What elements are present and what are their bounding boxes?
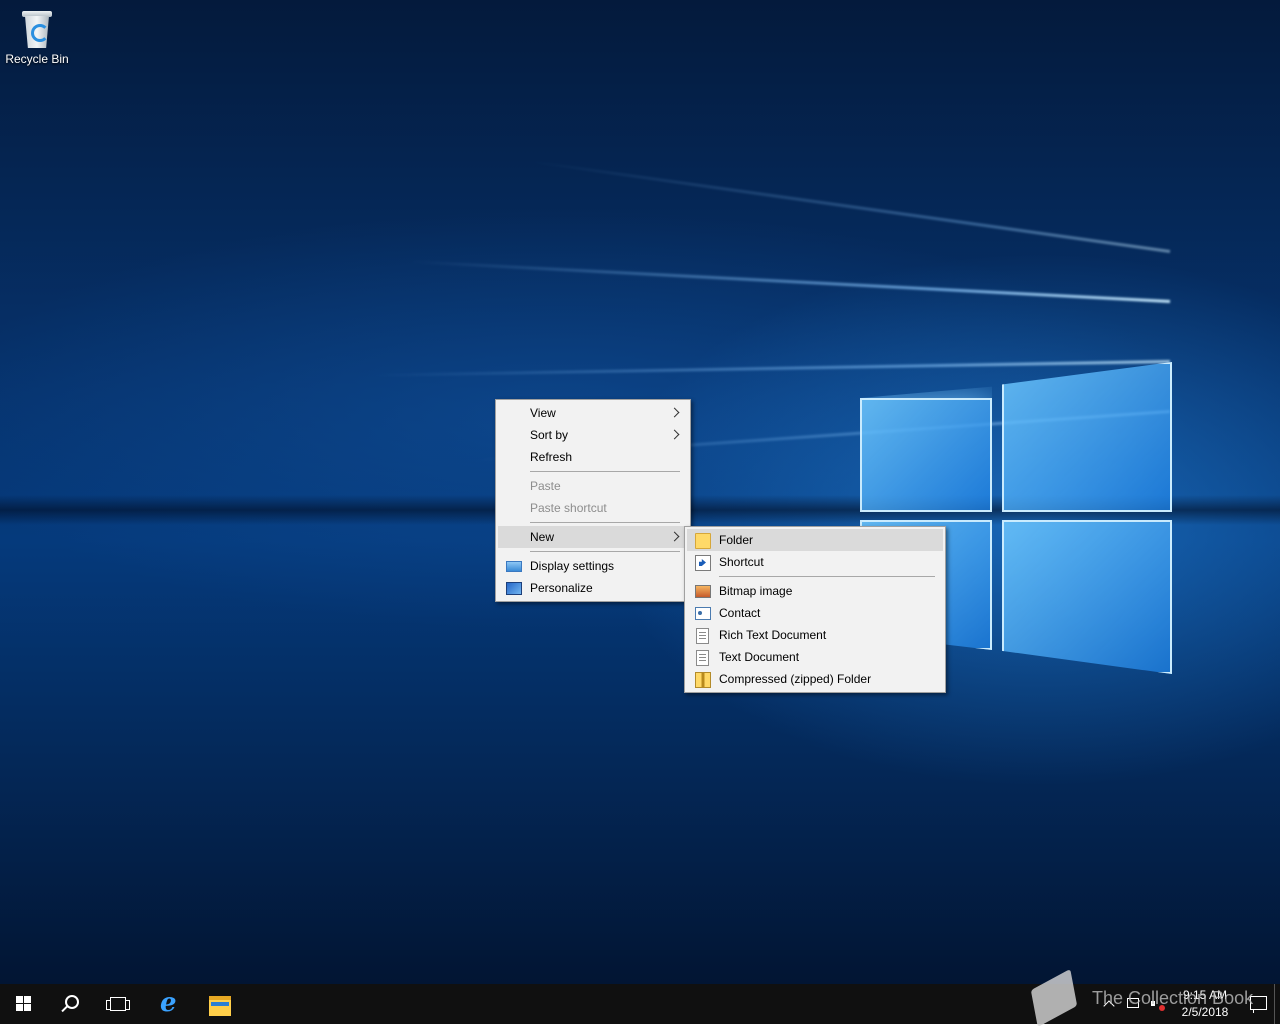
display-icon [506,561,522,572]
menu-separator [530,471,680,472]
menu-item-display-settings[interactable]: Display settings [498,555,688,577]
contact-icon [695,607,711,620]
search-icon [65,995,79,1009]
start-button[interactable] [0,984,48,1024]
menu-item-label: Display settings [530,559,615,573]
wallpaper-logo-pane [1002,362,1172,512]
submenu-item-shortcut[interactable]: Shortcut [687,551,943,573]
menu-item-label: Paste [530,479,561,493]
menu-item-personalize[interactable]: Personalize [498,577,688,599]
wallpaper-logo-pane [860,398,992,512]
wallpaper-light-beam [526,159,1171,253]
menu-item-label: New [530,530,555,544]
windows-logo-icon [16,996,32,1012]
menu-item-sort-by[interactable]: Sort by [498,424,688,446]
desktop-icon-recycle-bin[interactable]: Recycle Bin [4,6,70,66]
taskbar: e 9:15 AM 2/5/2018 [0,984,1280,1024]
file-explorer-icon [209,996,231,1016]
internet-explorer-icon: e [160,988,177,1018]
menu-item-label: Folder [719,533,754,547]
chevron-right-icon [669,429,680,440]
volume-muted-icon[interactable] [1150,997,1165,1011]
submenu-item-folder[interactable]: Folder [687,529,943,551]
submenu-item-contact[interactable]: Contact [687,602,943,624]
submenu-item-bitmap-image[interactable]: Bitmap image [687,580,943,602]
recycle-bin-icon [22,8,52,48]
menu-item-label: Refresh [530,450,573,464]
task-view-icon [106,997,130,1011]
submenu-item-text-document[interactable]: Text Document [687,646,943,668]
show-desktop-button[interactable] [1274,984,1280,1024]
menu-item-label: Text Document [719,650,800,664]
desktop-background[interactable]: Recycle Bin View Sort by Refresh Paste P… [0,0,1280,984]
bitmap-icon [695,585,711,598]
zip-folder-icon [695,672,711,688]
internet-explorer-button[interactable]: e [146,984,194,1024]
submenu-item-rich-text-document[interactable]: Rich Text Document [687,624,943,646]
task-view-button[interactable] [96,984,144,1024]
file-explorer-button[interactable] [196,984,244,1024]
menu-item-label: Paste shortcut [530,501,607,515]
menu-item-paste-shortcut: Paste shortcut [498,497,688,519]
menu-separator [719,576,935,577]
personalize-icon [506,582,522,595]
menu-item-label: Rich Text Document [719,628,827,642]
menu-item-refresh[interactable]: Refresh [498,446,688,468]
menu-item-label: Shortcut [719,555,764,569]
menu-item-label: View [530,406,556,420]
clock-date: 2/5/2018 [1181,1005,1229,1019]
network-icon[interactable] [1126,997,1140,1011]
new-submenu: Folder Shortcut Bitmap image Contact Ric… [684,526,946,693]
menu-item-label: Contact [719,606,761,620]
action-center-icon[interactable] [1250,996,1267,1013]
clock[interactable]: 9:15 AM 2/5/2018 [1170,987,1240,1021]
shortcut-icon [695,555,711,571]
menu-item-label: Sort by [530,428,569,442]
wallpaper-light-beam [410,260,1171,303]
show-hidden-icons-icon[interactable] [1102,997,1116,1011]
menu-item-view[interactable]: View [498,402,688,424]
menu-item-paste: Paste [498,475,688,497]
menu-item-label: Personalize [530,581,593,595]
wallpaper-light-beam [370,360,1171,377]
rich-text-icon [696,628,709,644]
system-tray: 9:15 AM 2/5/2018 [1080,984,1280,1024]
chevron-right-icon [669,407,680,418]
menu-item-label: Bitmap image [719,584,793,598]
menu-item-label: Compressed (zipped) Folder [719,672,872,686]
wallpaper-logo-pane [1002,520,1172,674]
text-document-icon [696,650,709,666]
menu-separator [530,551,680,552]
desktop-context-menu: View Sort by Refresh Paste Paste shortcu… [495,399,691,602]
menu-separator [530,522,680,523]
desktop-icon-label: Recycle Bin [5,52,69,66]
chevron-right-icon [669,531,680,542]
search-button[interactable] [48,984,96,1024]
menu-item-new[interactable]: New [498,526,688,548]
submenu-item-compressed-folder[interactable]: Compressed (zipped) Folder [687,668,943,690]
folder-icon [695,533,711,549]
clock-time: 9:15 AM [1182,988,1228,1002]
